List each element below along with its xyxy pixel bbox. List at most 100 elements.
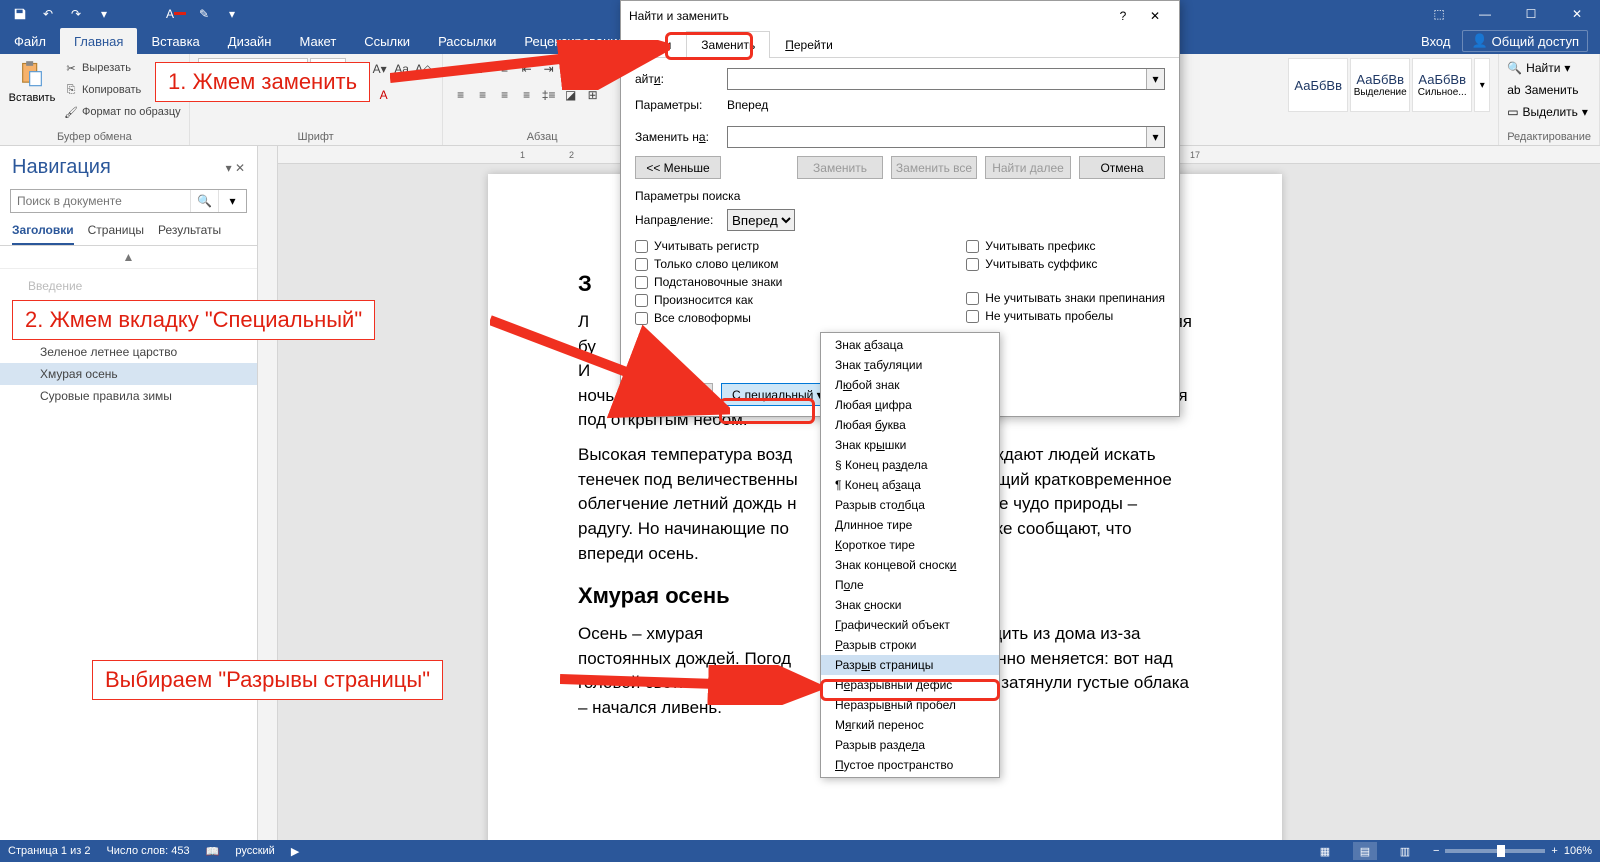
menu-item[interactable]: Короткое тире xyxy=(821,535,999,555)
redo-icon[interactable]: ↷ xyxy=(64,2,88,26)
help-icon[interactable]: ? xyxy=(1107,4,1139,28)
zoom-in-icon[interactable]: + xyxy=(1551,845,1557,857)
bullets-icon[interactable]: •≡ xyxy=(451,59,471,79)
menu-item[interactable]: Знак абзаца xyxy=(821,335,999,355)
menu-item[interactable]: Графический объект xyxy=(821,615,999,635)
menu-item[interactable]: Разрыв строки xyxy=(821,635,999,655)
justify-icon[interactable]: ≡ xyxy=(517,85,537,105)
qat-more-icon[interactable]: ▾ xyxy=(220,2,244,26)
menu-item[interactable]: ¶ Конец абзаца xyxy=(821,475,999,495)
signin-link[interactable]: Вход xyxy=(1421,34,1450,49)
special-button[interactable]: Специальный ▾ xyxy=(721,383,834,406)
indent-inc-icon[interactable]: ⇥ xyxy=(539,59,559,79)
align-right-icon[interactable]: ≡ xyxy=(495,85,515,105)
match-prefix-checkbox[interactable]: Учитывать префикс xyxy=(966,239,1165,253)
align-left-icon[interactable]: ≡ xyxy=(451,85,471,105)
dialog-tab-replace[interactable]: Заменить xyxy=(686,31,770,58)
nav-search-input[interactable] xyxy=(11,190,190,212)
tab-file[interactable]: Файл xyxy=(0,28,60,54)
replace-one-button[interactable]: Заменить xyxy=(797,156,883,179)
zoom-out-icon[interactable]: − xyxy=(1433,845,1439,857)
menu-item[interactable]: Разрыв раздела xyxy=(821,735,999,755)
sounds-like-checkbox[interactable]: Произносится как xyxy=(635,293,782,307)
all-forms-checkbox[interactable]: Все словоформы xyxy=(635,311,782,325)
cancel-button[interactable]: Отмена xyxy=(1079,156,1165,179)
sort-icon[interactable]: A↓ xyxy=(561,59,581,79)
menu-item[interactable]: Неразрывный пробел xyxy=(821,695,999,715)
align-center-icon[interactable]: ≡ xyxy=(473,85,493,105)
match-suffix-checkbox[interactable]: Учитывать суффикс xyxy=(966,257,1165,271)
styles-gallery[interactable]: АаБбВв АаБбВвВыделение АаБбВвСильное... … xyxy=(1288,58,1490,112)
status-page[interactable]: Страница 1 из 2 xyxy=(8,845,90,857)
match-case-checkbox[interactable]: Учитывать регистр xyxy=(635,239,782,253)
search-dropdown-icon[interactable]: ▾ xyxy=(218,190,246,212)
nav-close-icon[interactable]: ✕ xyxy=(235,161,245,175)
wildcards-checkbox[interactable]: Подстановочные знаки xyxy=(635,275,782,289)
menu-item[interactable]: Разрыв столбца xyxy=(821,495,999,515)
nav-tab-pages[interactable]: Страницы xyxy=(88,223,144,245)
numbering-icon[interactable]: 1≡ xyxy=(473,59,493,79)
dialog-titlebar[interactable]: Найти и заменить ? ✕ xyxy=(621,1,1179,31)
menu-item[interactable]: Длинное тире xyxy=(821,515,999,535)
shrink-font-icon[interactable]: A▾ xyxy=(370,59,390,79)
paste-button[interactable]: Вставить xyxy=(8,58,56,104)
font-color-qat-icon[interactable]: A xyxy=(164,2,188,26)
close-icon[interactable]: ✕ xyxy=(1554,0,1600,28)
tab-design[interactable]: Дизайн xyxy=(214,28,286,54)
menu-item[interactable]: Знак концевой сноски xyxy=(821,555,999,575)
highlight-qat-icon[interactable]: ✎ xyxy=(192,2,216,26)
vertical-ruler[interactable] xyxy=(258,146,278,840)
menu-item[interactable]: Любая цифра xyxy=(821,395,999,415)
whole-word-checkbox[interactable]: Только слово целиком xyxy=(635,257,782,271)
find-next-button[interactable]: Найти далее xyxy=(985,156,1071,179)
view-print-icon[interactable]: ▤ xyxy=(1353,842,1377,860)
view-read-icon[interactable]: ▦ xyxy=(1313,842,1337,860)
undo-icon[interactable]: ↶ xyxy=(36,2,60,26)
borders-icon[interactable]: ⊞ xyxy=(583,85,603,105)
tab-references[interactable]: Ссылки xyxy=(350,28,424,54)
style-item[interactable]: АаБбВвСильное... xyxy=(1412,58,1472,112)
change-case-icon[interactable]: Aa xyxy=(392,59,412,79)
menu-item-page-break[interactable]: Разрыв страницы xyxy=(821,655,999,675)
menu-item[interactable]: Знак сноски xyxy=(821,595,999,615)
menu-item[interactable]: Пустое пространство xyxy=(821,755,999,775)
find-input[interactable] xyxy=(728,69,1146,89)
style-item[interactable]: АаБбВв xyxy=(1288,58,1348,112)
ribbon-options-icon[interactable]: ⬚ xyxy=(1416,0,1462,28)
direction-select[interactable]: Вперед xyxy=(727,209,795,231)
dialog-tab-goto[interactable]: Перейти xyxy=(770,31,848,58)
styles-more[interactable]: ▾ xyxy=(1474,58,1490,112)
line-spacing-icon[interactable]: ‡≡ xyxy=(539,85,559,105)
save-icon[interactable] xyxy=(8,2,32,26)
close-icon[interactable]: ✕ xyxy=(1139,4,1171,28)
select-button[interactable]: ▭Выделить ▾ xyxy=(1507,102,1588,122)
less-button[interactable]: << Меньше xyxy=(635,156,721,179)
chevron-down-icon[interactable]: ▾ xyxy=(1146,69,1164,89)
find-combo[interactable]: ▾ xyxy=(727,68,1165,90)
multilevel-icon[interactable]: ≡ xyxy=(495,59,515,79)
nav-tab-headings[interactable]: Заголовки xyxy=(12,223,74,245)
nav-item[interactable]: Введение xyxy=(0,275,257,297)
nav-pin-icon[interactable]: ▾ xyxy=(226,161,232,175)
replace-button[interactable]: abЗаменить xyxy=(1507,80,1588,100)
ignore-space-checkbox[interactable]: Не учитывать пробелы xyxy=(966,309,1165,323)
menu-item[interactable]: Поле xyxy=(821,575,999,595)
menu-item[interactable]: Любой знак xyxy=(821,375,999,395)
chevron-down-icon[interactable]: ▾ xyxy=(1146,127,1164,147)
zoom-value[interactable]: 106% xyxy=(1564,845,1592,857)
menu-item[interactable]: Знак крышки xyxy=(821,435,999,455)
nav-item[interactable]: Суровые правила зимы xyxy=(0,385,257,407)
status-words[interactable]: Число слов: 453 xyxy=(106,845,189,857)
nav-tab-results[interactable]: Результаты xyxy=(158,223,221,245)
tab-layout[interactable]: Макет xyxy=(285,28,350,54)
zoom-slider[interactable] xyxy=(1445,849,1545,853)
replace-all-button[interactable]: Заменить все xyxy=(891,156,977,179)
indent-dec-icon[interactable]: ⇤ xyxy=(517,59,537,79)
format-button[interactable]: Формат ▾ xyxy=(635,383,713,406)
menu-item[interactable]: Мягкий перенос xyxy=(821,715,999,735)
tab-home[interactable]: Главная xyxy=(60,28,137,54)
view-web-icon[interactable]: ▥ xyxy=(1393,842,1417,860)
status-macro-icon[interactable]: ▶ xyxy=(291,845,299,858)
clear-format-icon[interactable]: A◇ xyxy=(414,59,434,79)
menu-item[interactable]: § Конец раздела xyxy=(821,455,999,475)
